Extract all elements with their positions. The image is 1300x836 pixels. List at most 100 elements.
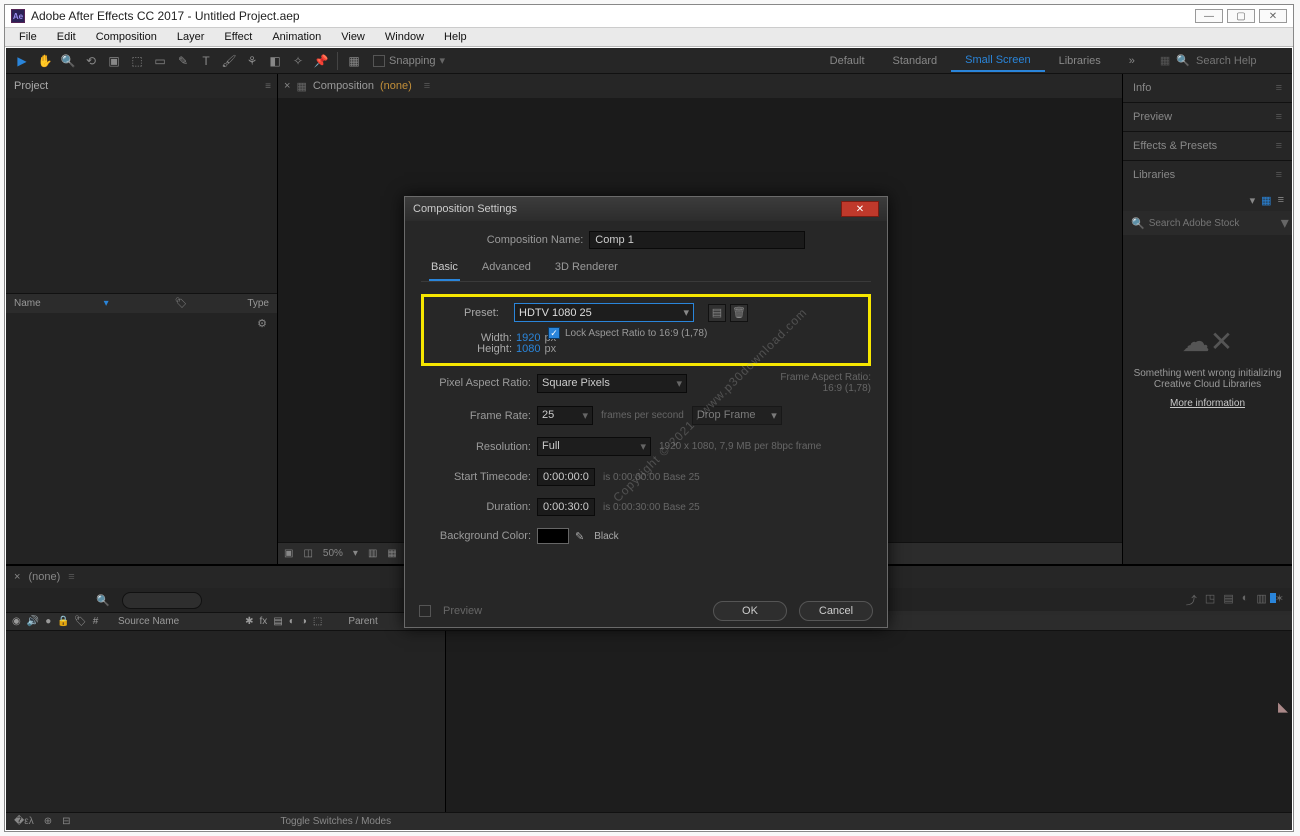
project-panel-tab[interactable]: Project — [12, 76, 50, 96]
tl-shy-col-icon[interactable]: ✱ — [245, 616, 253, 627]
comp-panel-menu-icon[interactable]: ≡ — [424, 80, 430, 92]
cancel-button[interactable]: Cancel — [799, 601, 873, 621]
alpha-icon[interactable]: ▣ — [284, 548, 293, 559]
shape-tool-icon[interactable]: ▭ — [150, 51, 170, 71]
tl-motionblur-icon[interactable]: ◐ — [1242, 592, 1249, 608]
tl-audio-icon[interactable]: 🔊 — [27, 616, 39, 627]
panel-libraries[interactable]: Libraries — [1133, 169, 1175, 181]
duration-input[interactable] — [537, 498, 595, 516]
tl-eye-icon[interactable]: ◉ — [12, 616, 21, 627]
camera-tool-icon[interactable]: ▣ — [104, 51, 124, 71]
framerate-select[interactable]: 25▾ — [537, 406, 593, 425]
menu-layer[interactable]: Layer — [169, 29, 213, 45]
start-timecode-input[interactable] — [537, 468, 595, 486]
workspace-small-screen[interactable]: Small Screen — [951, 50, 1044, 72]
workspace-libraries[interactable]: Libraries — [1045, 51, 1115, 71]
eraser-tool-icon[interactable]: ◧ — [265, 51, 285, 71]
workspace-more-icon[interactable]: » — [1115, 51, 1149, 71]
tl-expand2-icon[interactable]: ⊕ — [44, 816, 52, 827]
tl-expand3-icon[interactable]: ⊟ — [62, 816, 70, 827]
timeline-search-input[interactable] — [122, 592, 202, 609]
project-tag-icon[interactable]: 🏷 — [175, 298, 188, 309]
dialog-tab-3d[interactable]: 3D Renderer — [553, 257, 620, 281]
lock-aspect-checkbox[interactable]: ✓ — [548, 327, 560, 339]
tl-shy-icon[interactable]: ⤴ — [1186, 592, 1197, 608]
rotate-tool-icon[interactable]: ⟲ — [81, 51, 101, 71]
workspace-default[interactable]: Default — [816, 51, 879, 71]
timeline-track-area[interactable]: ◣ — [446, 631, 1292, 812]
libraries-menu-icon[interactable]: ≡ — [1276, 169, 1282, 181]
zoom-chevron-icon[interactable]: ▾ — [353, 548, 358, 559]
tl-graph-icon[interactable]: ▥ — [1256, 592, 1266, 608]
lib-list-view-icon[interactable]: ≡ — [1278, 194, 1284, 206]
workspace-standard[interactable]: Standard — [879, 51, 952, 71]
snapping-chevron-icon[interactable]: ▾ — [440, 54, 446, 67]
menu-view[interactable]: View — [333, 29, 373, 45]
eyedropper-icon[interactable]: ✎ — [575, 530, 584, 543]
tl-expand1-icon[interactable]: �ελ — [14, 816, 34, 827]
stamp-tool-icon[interactable]: ⚘ — [242, 51, 262, 71]
dialog-close-button[interactable]: ✕ — [841, 201, 879, 217]
project-col-type[interactable]: Type — [247, 298, 269, 309]
comp-tab-close-icon[interactable]: × — [284, 80, 290, 92]
info-menu-icon[interactable]: ≡ — [1276, 82, 1282, 94]
resolution-select[interactable]: Full▾ — [537, 437, 651, 456]
menu-composition[interactable]: Composition — [88, 29, 165, 45]
tl-blend-col-icon[interactable]: ▤ — [273, 616, 282, 627]
timeline-layer-list[interactable] — [6, 631, 446, 812]
sort-indicator-icon[interactable]: ▾ — [104, 298, 109, 309]
menu-animation[interactable]: Animation — [264, 29, 329, 45]
tl-parent-header[interactable]: Parent — [348, 616, 377, 627]
panel-preview[interactable]: Preview — [1133, 111, 1172, 123]
tl-draft3d-icon[interactable]: ◳ — [1205, 592, 1215, 608]
preset-delete-icon[interactable]: 🗑 — [730, 304, 748, 322]
lib-search-input[interactable] — [1149, 218, 1281, 229]
menu-edit[interactable]: Edit — [49, 29, 84, 45]
puppet-tool-icon[interactable]: 📌 — [311, 51, 331, 71]
roto-tool-icon[interactable]: ✧ — [288, 51, 308, 71]
tl-label-icon[interactable]: 🏷 — [74, 616, 87, 627]
tl-mb-col-icon[interactable]: ◐ — [289, 616, 295, 627]
project-col-name[interactable]: Name — [14, 298, 41, 309]
hand-tool-icon[interactable]: ✋ — [35, 51, 55, 71]
menu-help[interactable]: Help — [436, 29, 475, 45]
bgcolor-swatch[interactable] — [537, 528, 569, 544]
toggle-switches-modes[interactable]: Toggle Switches / Modes — [281, 816, 392, 827]
timeline-collapse-icon[interactable]: ◣ — [1278, 699, 1288, 715]
channel-icon[interactable]: ◫ — [303, 548, 312, 559]
work-area-handle[interactable] — [1270, 593, 1276, 603]
close-window-button[interactable]: ✕ — [1259, 9, 1287, 23]
height-input[interactable]: 1080 — [516, 343, 540, 355]
effects-menu-icon[interactable]: ≡ — [1276, 140, 1282, 152]
dialog-tab-advanced[interactable]: Advanced — [480, 257, 533, 281]
tl-source-name-header[interactable]: Source Name — [118, 616, 179, 627]
ok-button[interactable]: OK — [713, 601, 787, 621]
par-select[interactable]: Square Pixels▾ — [537, 374, 687, 393]
lib-dropdown-icon[interactable]: ▾ — [1250, 194, 1256, 207]
tl-fx-col-icon[interactable]: fx — [260, 616, 268, 627]
menu-file[interactable]: File — [11, 29, 45, 45]
panel-effects[interactable]: Effects & Presets — [1133, 140, 1217, 152]
menu-effect[interactable]: Effect — [216, 29, 260, 45]
grid-overlay-icon[interactable]: ▦ — [387, 548, 396, 559]
panel-info[interactable]: Info — [1133, 82, 1151, 94]
tl-solo-icon[interactable]: ● — [45, 616, 51, 627]
lib-search-chevron-icon[interactable]: ▾ — [1281, 213, 1289, 233]
comp-panel-lock-icon[interactable]: ▦ — [296, 80, 306, 93]
pen-tool-icon[interactable]: ✎ — [173, 51, 193, 71]
preset-save-icon[interactable]: ▤ — [708, 304, 726, 322]
timeline-menu-icon[interactable]: ≡ — [68, 571, 74, 583]
preview-menu-icon[interactable]: ≡ — [1276, 111, 1282, 123]
zoom-level[interactable]: 50% — [323, 548, 343, 559]
zoom-tool-icon[interactable]: 🔍 — [58, 51, 78, 71]
selection-tool-icon[interactable]: ▶ — [12, 51, 32, 71]
dialog-tab-basic[interactable]: Basic — [429, 257, 460, 281]
timeline-tab-close-icon[interactable]: × — [14, 571, 20, 583]
snapping-checkbox[interactable] — [373, 55, 385, 67]
pan-behind-tool-icon[interactable]: ⬚ — [127, 51, 147, 71]
brush-tool-icon[interactable]: 🖌 — [219, 51, 239, 71]
minimize-button[interactable]: — — [1195, 9, 1223, 23]
menu-window[interactable]: Window — [377, 29, 432, 45]
project-panel-menu-icon[interactable]: ≡ — [265, 81, 271, 92]
flowchart-icon[interactable]: ⚙ — [257, 317, 267, 330]
